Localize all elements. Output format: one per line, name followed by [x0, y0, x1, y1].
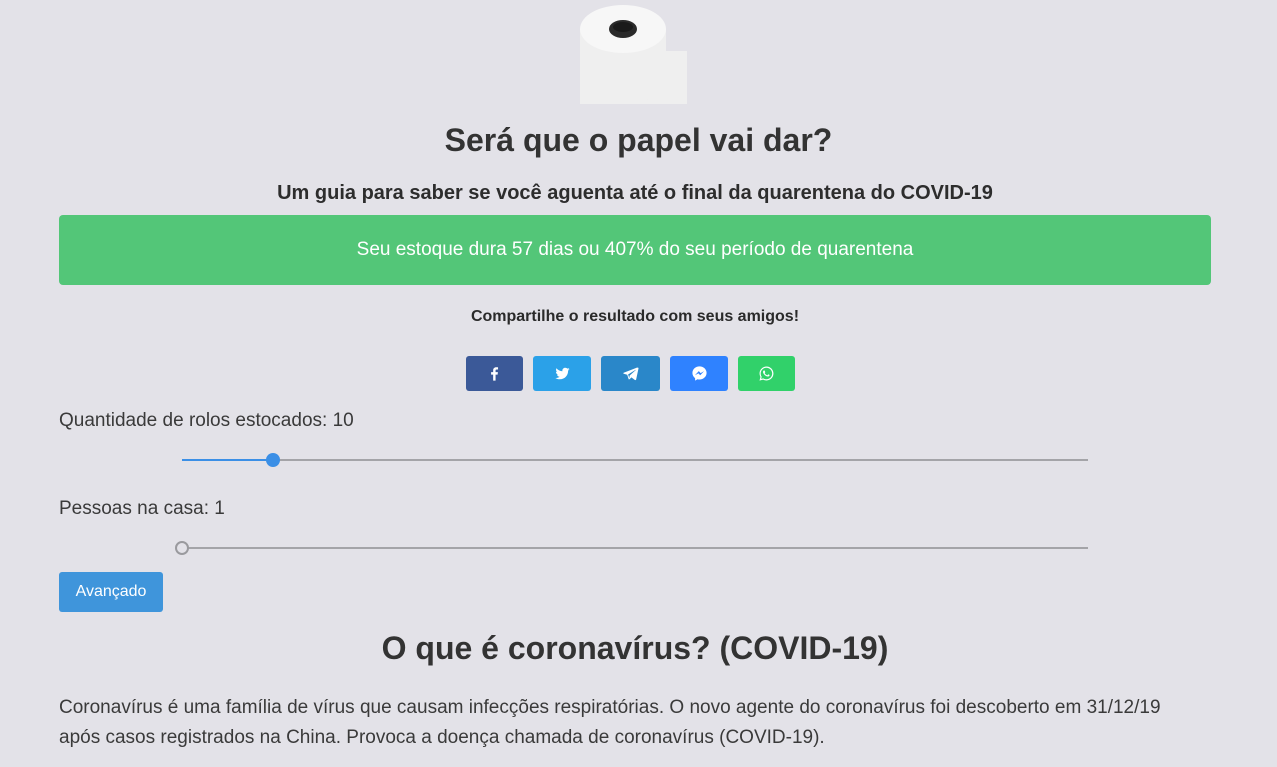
messenger-icon — [691, 366, 707, 381]
share-twitter-button[interactable] — [533, 356, 591, 391]
rolls-slider-track — [182, 459, 1088, 461]
rolls-slider-fill — [182, 459, 273, 461]
share-telegram-button[interactable] — [601, 356, 660, 391]
share-buttons — [466, 356, 795, 391]
rolls-slider[interactable] — [182, 450, 1088, 470]
telegram-icon — [623, 367, 639, 381]
twitter-icon — [554, 367, 570, 380]
people-slider-track — [182, 547, 1088, 549]
rolls-label: Quantidade de rolos estocados: 10 — [59, 410, 354, 431]
toilet-paper-icon — [580, 4, 688, 104]
share-prompt: Compartilhe o resultado com seus amigos! — [470, 308, 800, 325]
people-slider[interactable] — [175, 538, 1088, 558]
facebook-icon — [491, 367, 499, 381]
section-title: O que é coronavírus? (COVID-19) — [381, 630, 889, 666]
people-slider-thumb[interactable] — [175, 541, 189, 555]
share-facebook-button[interactable] — [466, 356, 523, 391]
advanced-button[interactable]: Avançado — [59, 572, 163, 612]
result-text: Seu estoque dura 57 dias ou 407% do seu … — [356, 239, 914, 260]
page: Será que o papel vai dar? Um guia para s… — [0, 0, 1277, 767]
page-subtitle: Um guia para saber se você aguenta até o… — [277, 182, 993, 204]
page-title: Será que o papel vai dar? — [444, 122, 833, 158]
info-paragraph: Coronavírus é uma família de vírus que c… — [59, 697, 1161, 748]
rolls-slider-thumb[interactable] — [265, 453, 280, 467]
result-banner: Seu estoque dura 57 dias ou 407% do seu … — [59, 215, 1211, 285]
people-label: Pessoas na casa: 1 — [59, 498, 225, 519]
whatsapp-icon — [759, 366, 774, 381]
share-messenger-button[interactable] — [670, 356, 728, 391]
share-whatsapp-button[interactable] — [738, 356, 795, 391]
